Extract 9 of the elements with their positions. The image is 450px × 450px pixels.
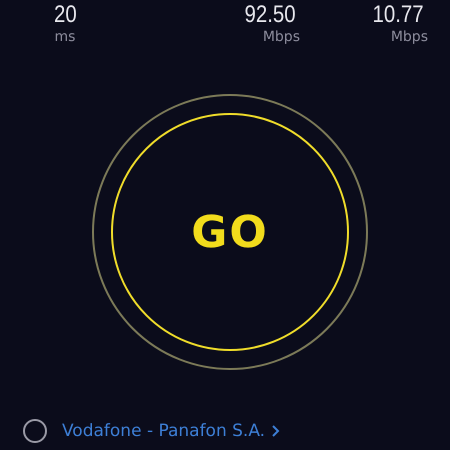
chevron-icon — [271, 424, 280, 438]
metric-value: 92.50 — [244, 2, 296, 28]
metric-unit: ms — [54, 28, 76, 46]
provider-link[interactable]: Vodafone - Panafon S.A. — [62, 421, 266, 441]
metric-unit: Mbps — [262, 28, 300, 46]
go-button[interactable]: GO — [111, 113, 349, 351]
metric-value: 10.77 — [372, 2, 424, 28]
metric-value: 20 — [54, 2, 76, 28]
metric-unit: Mbps — [390, 28, 428, 46]
